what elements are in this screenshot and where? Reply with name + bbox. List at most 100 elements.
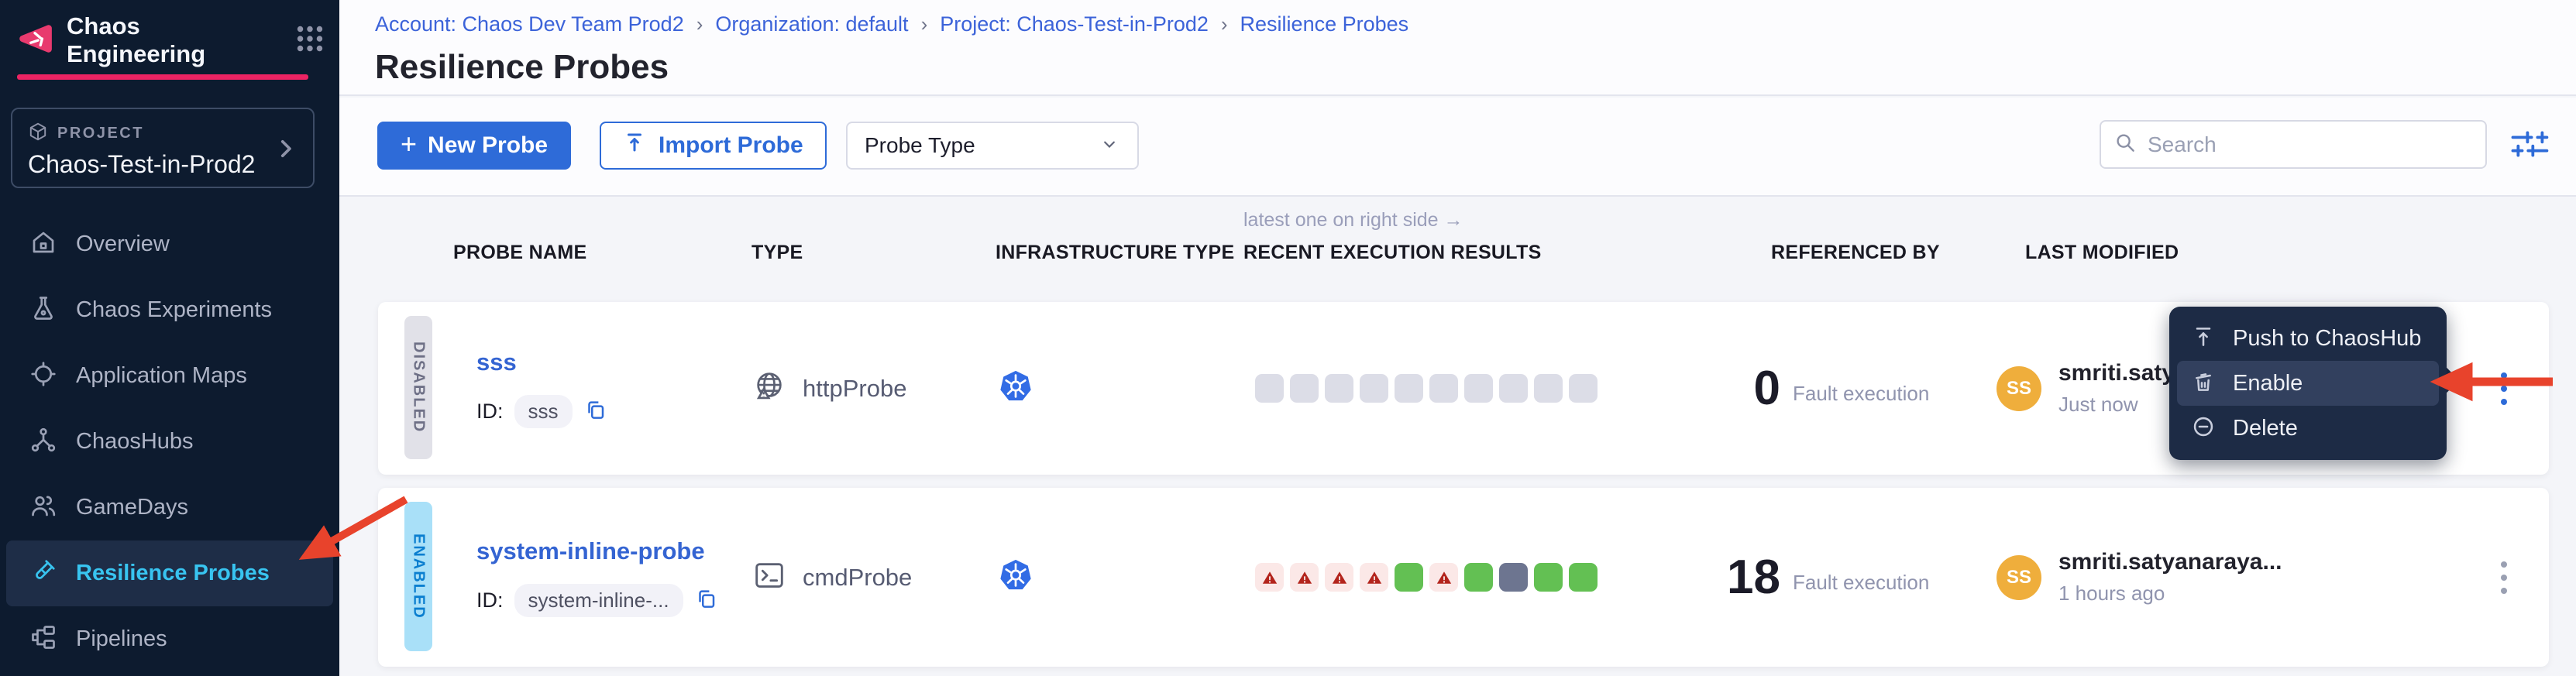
sidebar: Chaos Engineering PROJECT Chao [0,0,339,676]
sidebar-item-chaoshubs[interactable]: ChaosHubs [6,409,333,475]
probe-name-link[interactable]: system-inline-probe [476,537,717,565]
execution-result-green [1534,563,1563,592]
breadcrumb-project[interactable]: Project: Chaos-Test-in-Prod2 [940,12,1209,36]
menu-item-label: Delete [2233,416,2298,441]
sidebar-item-label: Pipelines [76,626,167,652]
modified-time: 1 hours ago [2058,582,2282,606]
breadcrumb-current[interactable]: Resilience Probes [1240,12,1409,36]
upload-icon [623,131,646,160]
new-probe-label: New Probe [428,132,548,159]
execution-result-warn [1255,563,1284,592]
sidebar-item-application-maps[interactable]: Application Maps [6,343,333,409]
breadcrumb-separator: › [1221,12,1228,36]
menu-item-label: Enable [2233,371,2303,396]
execution-result-green [1569,563,1598,592]
execution-result-gray [1569,374,1598,403]
referenced-label: Fault execution [1793,382,1929,406]
chevron-down-icon [1099,133,1120,159]
probe-type-select[interactable]: Probe Type [846,122,1139,170]
column-header-last-modified: LAST MODIFIED [2025,242,2179,264]
kubernetes-icon [998,558,1033,597]
module-grid-icon[interactable] [296,25,324,57]
test-tube-icon [29,558,57,589]
search-input[interactable] [2148,132,2473,157]
cube-icon [28,122,48,146]
filter-settings-icon[interactable] [2509,125,2550,163]
avatar: SS [1996,555,2041,600]
status-badge-disabled: DISABLED [404,316,432,459]
sidebar-item-label: Resilience Probes [76,561,270,586]
menu-item-label: Push to ChaosHub [2233,326,2421,352]
sidebar-item-pipelines[interactable]: Pipelines [6,606,333,672]
search-box [2100,120,2487,169]
execution-result-warn [1290,563,1319,592]
probe-id-chip: sss [514,395,573,428]
execution-result-gray [1255,374,1284,403]
id-label: ID: [476,588,504,613]
project-name: Chaos-Test-in-Prod2 [28,150,297,179]
copy-icon[interactable] [583,398,607,425]
menu-item-enable[interactable]: Enable [2177,361,2439,406]
execution-result-gray [1534,374,1563,403]
probe-type-value: httpProbe [803,375,906,403]
sidebar-item-resilience-probes[interactable]: Resilience Probes [6,540,333,606]
import-probe-button[interactable]: Import Probe [600,122,827,170]
sidebar-item-chaos-experiments[interactable]: Chaos Experiments [6,277,333,343]
globe-warning-icon [751,369,787,408]
hub-icon [29,426,57,458]
menu-item-delete[interactable]: Delete [2177,406,2439,451]
copy-icon[interactable] [694,587,717,614]
column-header-probe-name: PROBE NAME [453,242,586,264]
execution-result-gray [1360,374,1388,403]
probe-row-system-inline-probe[interactable]: ENABLED system-inline-probe ID: system-i… [378,488,2549,667]
circle-minus-icon [2191,414,2216,443]
plus-icon: + [401,130,417,158]
sidebar-item-gamedays[interactable]: GameDays [6,475,333,540]
sidebar-item-overview[interactable]: Overview [6,211,333,277]
execution-result-green [1395,563,1423,592]
column-header-referenced-by: REFERENCED BY [1771,242,1940,264]
id-label: ID: [476,400,504,424]
execution-result-slate [1499,563,1528,592]
accent-divider [17,74,308,80]
breadcrumb-organization[interactable]: Organization: default [715,12,908,36]
status-badge-enabled: ENABLED [404,502,432,651]
project-selector[interactable]: PROJECT Chaos-Test-in-Prod2 [11,108,315,188]
import-probe-label: Import Probe [659,132,803,159]
probe-type-value: cmdProbe [803,564,912,592]
execution-result-gray [1290,374,1319,403]
breadcrumb-account[interactable]: Account: Chaos Dev Team Prod2 [375,12,684,36]
recent-execution-results [1255,302,1598,475]
page-title: Resilience Probes [375,48,669,87]
row-menu-button[interactable] [2487,488,2521,667]
probe-name-link[interactable]: sss [476,348,607,376]
menu-item-push-to-chaoshub[interactable]: Push to ChaosHub [2177,316,2439,361]
breadcrumb: Account: Chaos Dev Team Prod2 › Organiza… [375,12,1408,36]
row-menu-button[interactable] [2487,302,2521,475]
sidebar-item-label: Overview [76,232,170,257]
home-icon [29,228,57,260]
column-header-infrastructure-type: INFRASTRUCTURE TYPE [996,242,1234,264]
execution-result-gray [1325,374,1353,403]
breadcrumb-separator: › [696,12,703,36]
context-menu: Push to ChaosHub Enable Delete [2169,307,2447,460]
trash-icon [2191,369,2216,398]
users-icon [29,492,57,523]
kubernetes-icon [998,369,1033,408]
execution-result-warn [1360,563,1388,592]
probe-type-label: Probe Type [865,133,975,158]
column-header-recent-execution-results: RECENT EXECUTION RESULTS [1243,242,1542,264]
app-header: Chaos Engineering [0,0,339,68]
referenced-label: Fault execution [1793,571,1929,595]
sidebar-nav: Overview Chaos Experiments Application M… [0,211,339,672]
sidebar-item-label: GameDays [76,495,188,520]
flask-icon [29,294,57,326]
referenced-count: 0 [1695,361,1780,416]
execution-result-gray [1464,374,1493,403]
execution-result-warn [1429,563,1458,592]
app-title: Chaos Engineering [67,12,284,68]
sidebar-item-label: ChaosHubs [76,429,194,455]
execution-result-gray [1429,374,1458,403]
execution-result-gray [1395,374,1423,403]
new-probe-button[interactable]: + New Probe [377,122,571,170]
